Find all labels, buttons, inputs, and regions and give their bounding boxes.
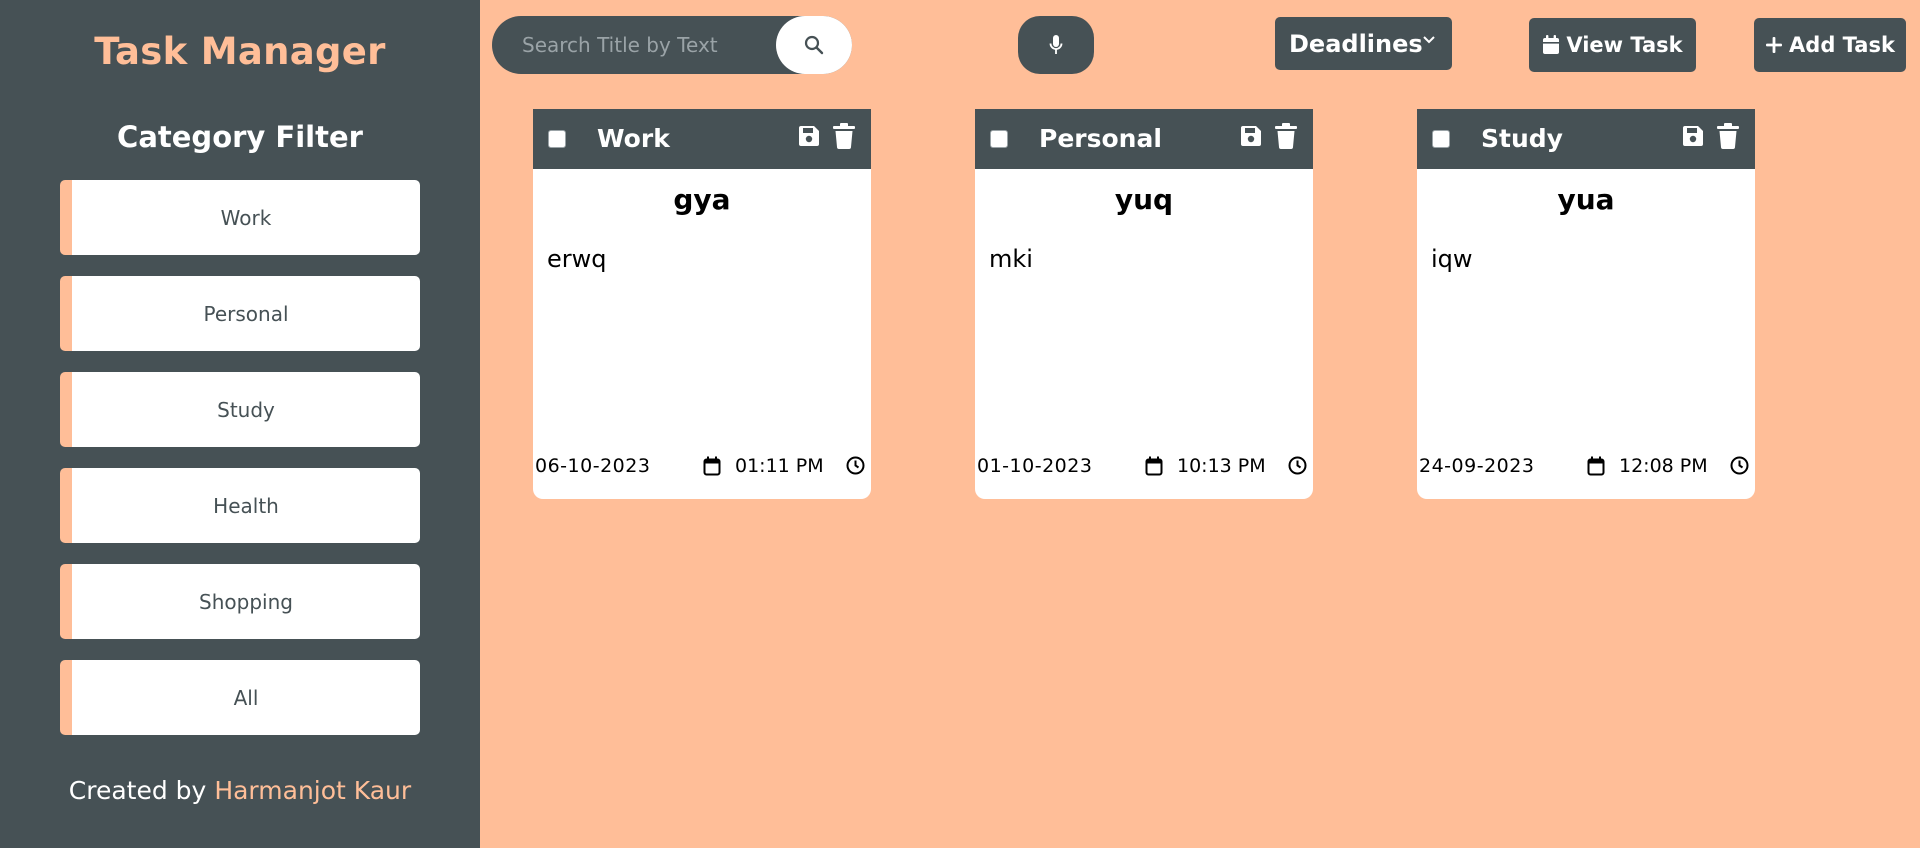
task-time: 10:13 PM xyxy=(1177,455,1266,477)
calendar-icon xyxy=(1145,456,1163,476)
floppy-disk-icon[interactable] xyxy=(797,124,821,148)
task-category: Study xyxy=(1481,124,1563,153)
deadlines-dropdown[interactable]: Deadlines xyxy=(1275,17,1452,70)
add-task-label: Add Task xyxy=(1789,33,1895,57)
app-title: Task Manager xyxy=(94,30,386,73)
task-checkbox[interactable] xyxy=(990,130,1008,148)
task-card: Personal yuq mki 01-10-2023 10:13 PM xyxy=(975,109,1313,499)
clock-icon xyxy=(1730,456,1749,475)
search-bar xyxy=(492,16,852,74)
plus-icon xyxy=(1766,37,1783,53)
calendar-icon xyxy=(1587,456,1605,476)
category-button-study[interactable]: Study xyxy=(60,372,420,447)
calendar-icon xyxy=(1543,35,1560,54)
microphone-button[interactable] xyxy=(1018,16,1094,74)
calendar-icon xyxy=(703,456,721,476)
task-card-header: Personal xyxy=(975,109,1313,169)
credit-author: Harmanjot Kaur xyxy=(214,776,412,805)
category-button-health[interactable]: Health xyxy=(60,468,420,543)
chevron-down-icon xyxy=(1423,36,1435,44)
category-filter-heading: Category Filter xyxy=(117,120,363,154)
task-category: Work xyxy=(597,124,670,153)
task-title: yuq xyxy=(1114,183,1174,216)
search-input[interactable] xyxy=(512,16,762,74)
category-button-all[interactable]: All xyxy=(60,660,420,735)
task-title: gya xyxy=(673,183,731,216)
category-button-shopping[interactable]: Shopping xyxy=(60,564,420,639)
task-checkbox[interactable] xyxy=(1432,130,1450,148)
task-date: 01-10-2023 xyxy=(977,455,1093,477)
task-time: 01:11 PM xyxy=(735,455,824,477)
credit-prefix: Created by xyxy=(68,776,207,805)
microphone-icon xyxy=(1049,35,1063,54)
credit-line: Created by Harmanjot Kaur xyxy=(0,776,480,805)
search-button[interactable] xyxy=(776,16,852,74)
search-icon xyxy=(804,35,824,55)
task-description: iqw xyxy=(1431,245,1473,273)
task-card-header: Study xyxy=(1417,109,1755,169)
trash-icon[interactable] xyxy=(833,123,855,149)
task-date: 24-09-2023 xyxy=(1419,455,1535,477)
category-button-personal[interactable]: Personal xyxy=(60,276,420,351)
view-task-button[interactable]: View Task xyxy=(1529,18,1696,72)
floppy-disk-icon[interactable] xyxy=(1681,124,1705,148)
clock-icon xyxy=(1288,456,1307,475)
task-description: mki xyxy=(989,245,1033,273)
clock-icon xyxy=(846,456,865,475)
task-card: Work gya erwq 06-10-2023 01:11 PM xyxy=(533,109,871,499)
sidebar: Task Manager Category Filter Work Person… xyxy=(0,0,480,848)
view-task-label: View Task xyxy=(1566,33,1683,57)
trash-icon[interactable] xyxy=(1717,123,1739,149)
task-time: 12:08 PM xyxy=(1619,455,1708,477)
trash-icon[interactable] xyxy=(1275,123,1297,149)
task-checkbox[interactable] xyxy=(548,130,566,148)
task-description: erwq xyxy=(547,245,607,273)
deadlines-label: Deadlines xyxy=(1289,29,1423,58)
task-card-header: Work xyxy=(533,109,871,169)
category-button-work[interactable]: Work xyxy=(60,180,420,255)
add-task-button[interactable]: Add Task xyxy=(1754,18,1906,72)
task-title: yua xyxy=(1557,183,1615,216)
floppy-disk-icon[interactable] xyxy=(1239,124,1263,148)
task-category: Personal xyxy=(1039,124,1162,153)
task-date: 06-10-2023 xyxy=(535,455,651,477)
task-card: Study yua iqw 24-09-2023 12:08 PM xyxy=(1417,109,1755,499)
